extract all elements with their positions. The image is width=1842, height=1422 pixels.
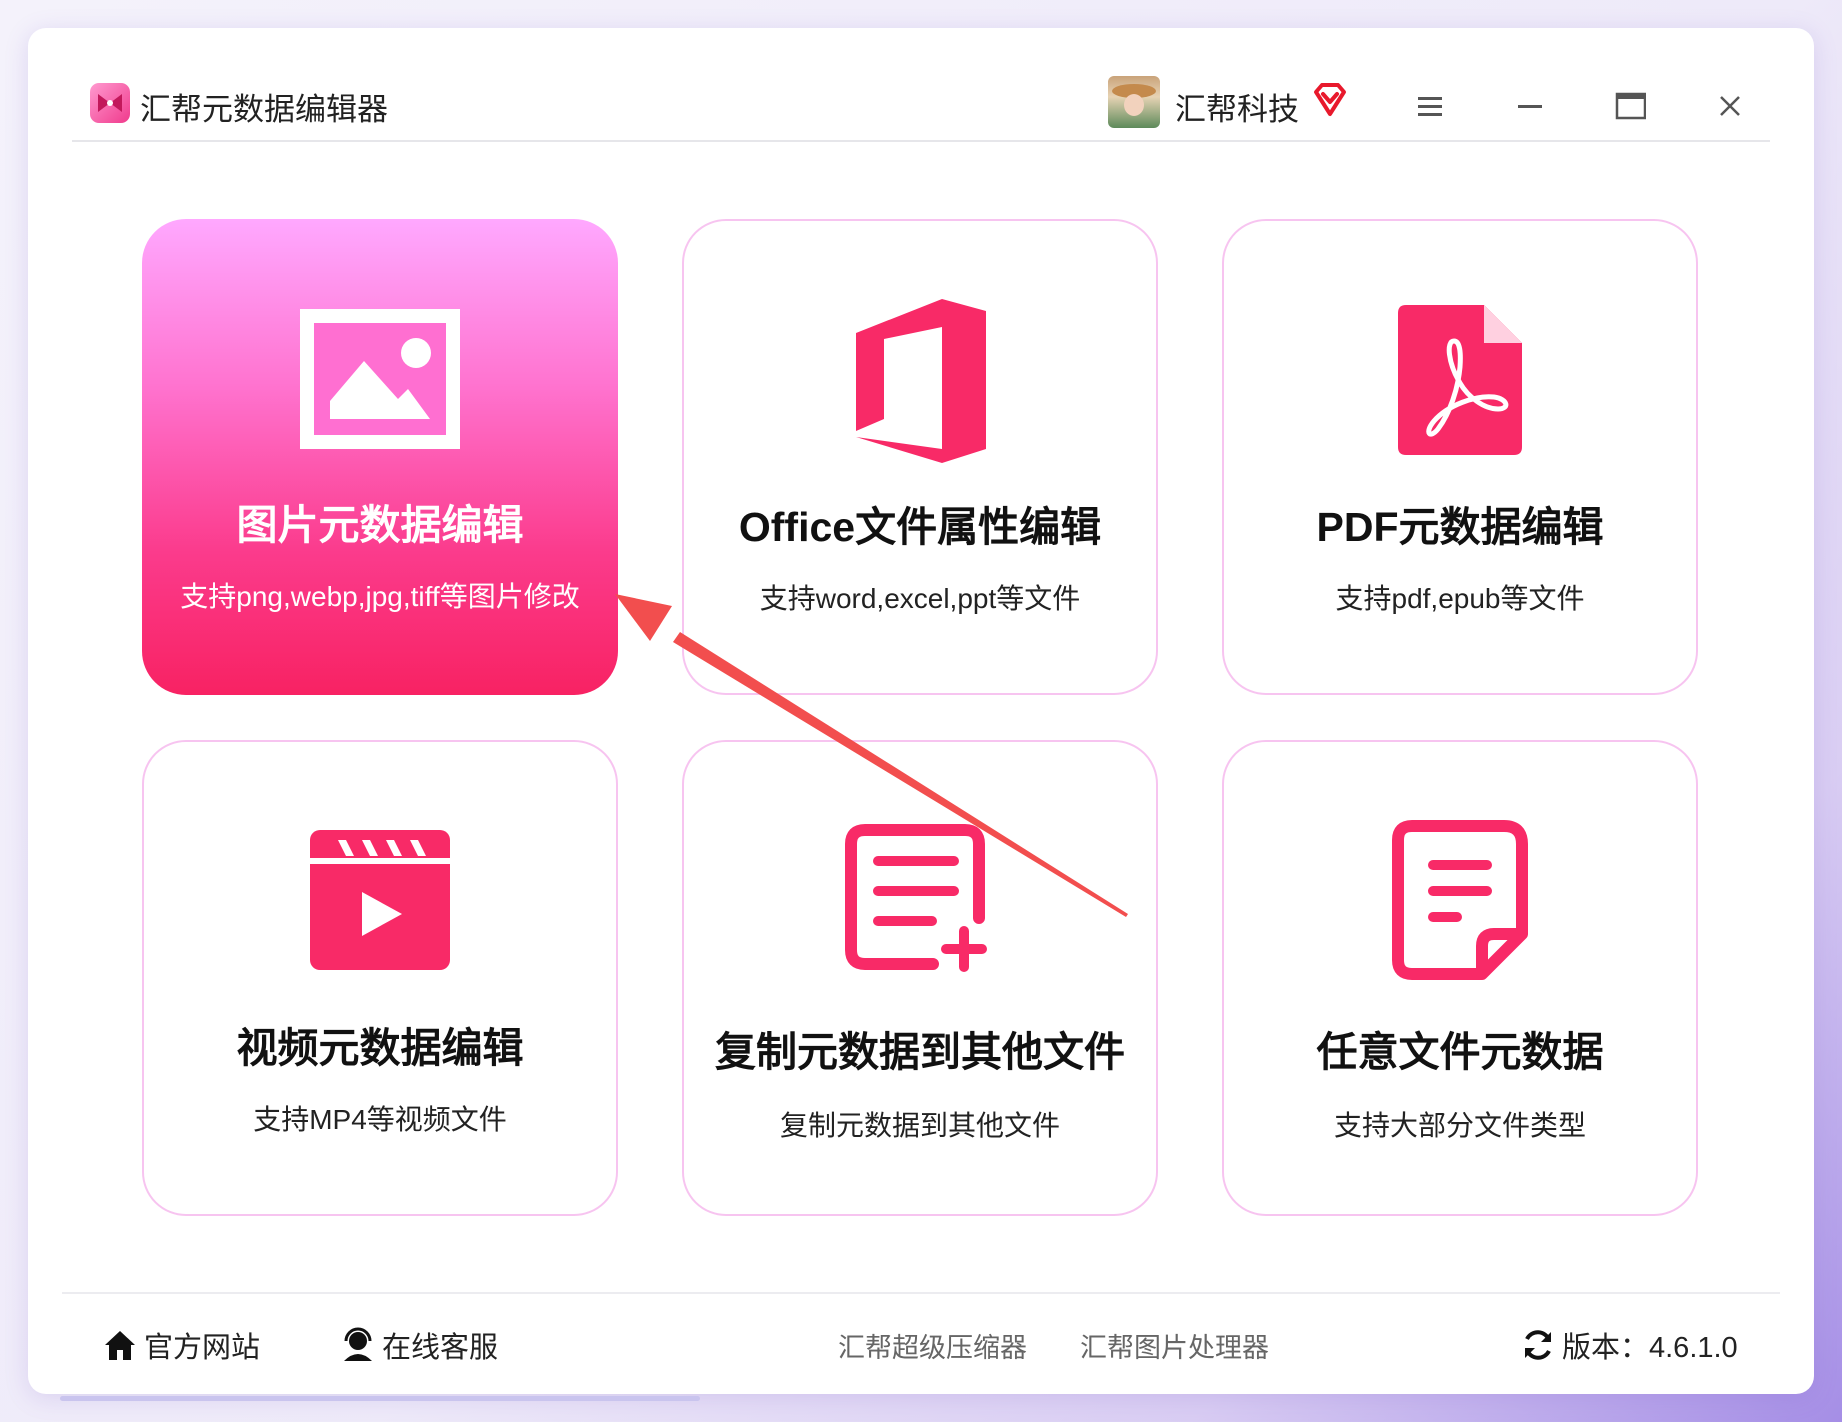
title-divider [72,140,1770,142]
version-label: 版本：4.6.1.0 [1562,1332,1738,1364]
document-icon [1392,820,1528,985]
video-icon [310,830,450,975]
app-title: 汇帮元数据编辑器 [140,92,388,127]
horizontal-scrollbar[interactable] [60,1396,700,1401]
online-support-label: 在线客服 [382,1332,499,1364]
refresh-icon [1525,1330,1551,1360]
image-icon [300,309,460,454]
pdf-icon [1398,305,1522,460]
card-title: 任意文件元数据 [1316,1029,1604,1075]
customer-service-icon [344,1327,372,1361]
home-icon [105,1331,135,1360]
card-title: Office文件属性编辑 [738,504,1102,550]
official-website-link[interactable]: 官方网站 [102,1324,260,1366]
card-desc: 支持MP4等视频文件 [253,1104,507,1135]
card-desc: 复制元数据到其他文件 [779,1110,1060,1141]
card-video-metadata[interactable]: 视频元数据编辑 支持MP4等视频文件 [142,740,618,1216]
super-compressor-link[interactable]: 汇帮超级压缩器 [838,1326,1027,1365]
card-title: 复制元数据到其他文件 [715,1029,1125,1075]
card-office-properties[interactable]: Office文件属性编辑 支持word,excel,ppt等文件 [682,219,1158,695]
card-copy-metadata[interactable]: 复制元数据到其他文件 复制元数据到其他文件 [682,740,1158,1216]
image-processor-link[interactable]: 汇帮图片处理器 [1080,1326,1269,1365]
footer-divider [62,1292,1780,1294]
maximize-icon [1615,92,1647,120]
official-website-label: 官方网站 [144,1332,261,1364]
card-title: 视频元数据编辑 [236,1025,524,1071]
copy-add-document-icon [845,822,995,977]
app-window: 汇帮元数据编辑器 汇帮科技 图片元数据编辑 支持png,webp,jpg,tif… [28,28,1814,1394]
card-title: 图片元数据编辑 [236,502,524,548]
card-any-file-metadata[interactable]: 任意文件元数据 支持大部分文件类型 [1222,740,1698,1216]
office-icon [850,299,990,468]
menu-button[interactable] [1414,90,1446,122]
card-pdf-metadata[interactable]: PDF元数据编辑 支持pdf,epub等文件 [1222,219,1698,695]
maximize-button[interactable] [1614,90,1647,122]
online-support-link[interactable]: 在线客服 [340,1324,498,1366]
version-info[interactable]: 版本：4.6.1.0 [1520,1324,1738,1366]
minimize-button[interactable] [1514,90,1546,122]
card-desc: 支持大部分文件类型 [1333,1110,1586,1141]
card-image-metadata[interactable]: 图片元数据编辑 支持png,webp,jpg,tiff等图片修改 [142,219,618,695]
card-desc: 支持word,excel,ppt等文件 [759,583,1081,614]
avatar[interactable] [1108,76,1160,128]
close-icon [1720,96,1740,116]
close-button[interactable] [1714,90,1746,122]
card-desc: 支持pdf,epub等文件 [1335,583,1585,614]
minimize-icon [1518,105,1542,108]
card-desc: 支持png,webp,jpg,tiff等图片修改 [180,581,580,612]
title-bar: 汇帮元数据编辑器 汇帮科技 [28,28,1814,142]
menu-icon [1418,97,1442,116]
card-title: PDF元数据编辑 [1316,504,1604,550]
bowtie-logo-icon [90,83,130,123]
user-name[interactable]: 汇帮科技 [1175,84,1299,129]
vip-diamond-icon[interactable] [1310,80,1350,120]
